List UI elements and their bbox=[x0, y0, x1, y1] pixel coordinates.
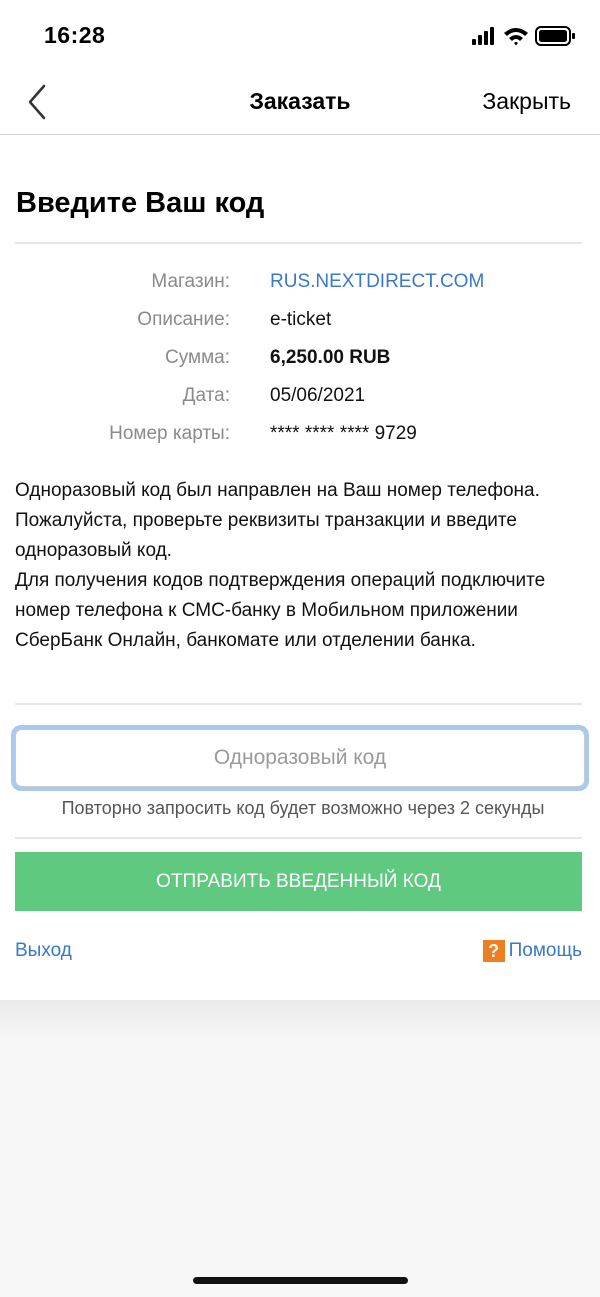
help-icon: ? bbox=[482, 940, 505, 962]
info-paragraph: Одноразовый код был направлен на Ваш ном… bbox=[15, 480, 540, 561]
detail-value: e-ticket bbox=[270, 309, 332, 330]
info-paragraph: Для получения кодов подтверждения операц… bbox=[15, 570, 546, 651]
detail-row-card-number: Номер карты: **** **** **** 9729 bbox=[0, 423, 600, 461]
detail-label: Сумма: bbox=[165, 347, 230, 368]
detail-label: Магазин: bbox=[151, 271, 230, 292]
page-title: Введите Ваш код bbox=[16, 187, 265, 219]
divider bbox=[15, 242, 582, 244]
signal-icon bbox=[472, 27, 494, 45]
help-link[interactable]: ? Помощь bbox=[482, 940, 582, 962]
status-time: 16:28 bbox=[44, 22, 106, 48]
divider bbox=[15, 703, 582, 705]
detail-row-description: Описание: e-ticket bbox=[0, 309, 600, 347]
detail-row-amount: Сумма: 6,250.00 RUB bbox=[0, 347, 600, 385]
one-time-code-input[interactable] bbox=[15, 729, 585, 787]
detail-row-date: Дата: 05/06/2021 bbox=[0, 385, 600, 423]
store-link[interactable]: RUS.NEXTDIRECT.COM bbox=[270, 271, 484, 293]
wifi-icon bbox=[504, 28, 528, 46]
info-text: Одноразовый код был направлен на Ваш ном… bbox=[15, 476, 585, 656]
payment-card: Введите Ваш код Магазин: RUS.NEXTDIRECT.… bbox=[0, 135, 600, 1000]
detail-row-store: Магазин: RUS.NEXTDIRECT.COM bbox=[0, 271, 600, 309]
detail-value: 05/06/2021 bbox=[270, 385, 366, 406]
battery-icon bbox=[535, 26, 575, 46]
card-number-value: **** **** **** 9729 bbox=[270, 423, 417, 444]
status-bar: 16:28 bbox=[0, 0, 600, 70]
home-indicator bbox=[193, 1277, 408, 1284]
close-button[interactable]: Закрыть bbox=[482, 88, 571, 115]
divider bbox=[15, 837, 582, 839]
submit-code-button[interactable]: ОТПРАВИТЬ ВВЕДЕННЫЙ КОД bbox=[15, 852, 582, 911]
amount-value: 6,250.00 RUB bbox=[270, 347, 391, 368]
transaction-details: Магазин: RUS.NEXTDIRECT.COM Описание: e-… bbox=[0, 271, 600, 461]
detail-label: Дата: bbox=[182, 385, 230, 406]
exit-link[interactable]: Выход bbox=[15, 940, 72, 962]
code-input-focus-ring bbox=[11, 725, 589, 791]
nav-bar: Заказать Закрыть bbox=[0, 70, 600, 135]
help-label: Помощь bbox=[508, 940, 582, 961]
resend-note: Повторно запросить код будет возможно че… bbox=[61, 798, 545, 818]
detail-label: Описание: bbox=[137, 309, 230, 330]
detail-label: Номер карты: bbox=[109, 423, 230, 444]
status-icons bbox=[472, 26, 575, 46]
card-shadow bbox=[0, 1000, 600, 1040]
